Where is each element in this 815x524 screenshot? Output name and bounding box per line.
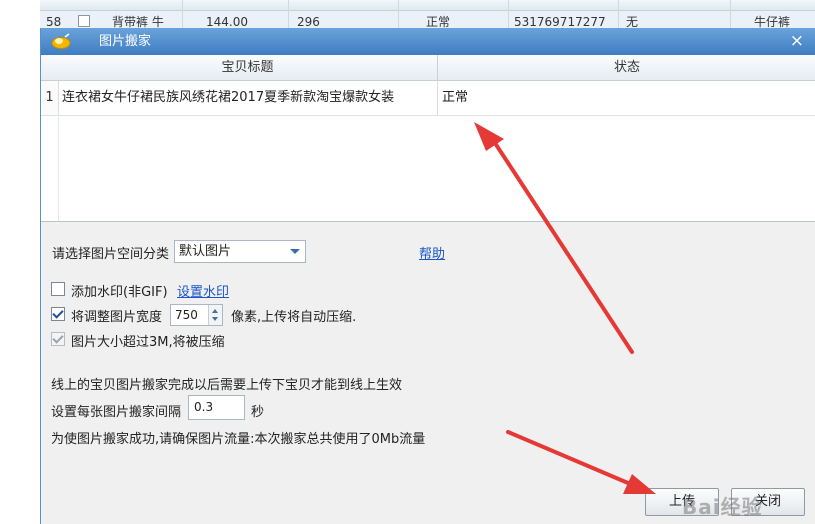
background-row-checkbox[interactable]	[78, 15, 90, 27]
resize-width-label: 将调整图片宽度	[71, 310, 163, 325]
background-table: 58 背带裤 牛 144.00 296 正常 531769717277 无 牛仔…	[40, 0, 815, 31]
item-status-cell: 正常	[442, 90, 469, 105]
category-select[interactable]: 默认图片	[174, 240, 306, 263]
set-watermark-link[interactable]: 设置水印	[177, 281, 229, 300]
category-label: 请选择图片空间分类	[52, 247, 170, 262]
row-number: 1	[41, 81, 59, 115]
watermark-checkbox[interactable]	[51, 282, 65, 296]
image-move-dialog: 图片搬家 × 宝贝标题 状态 1 连衣裙女牛仔裙民族风绣花裙2017夏季新款淘宝…	[40, 28, 815, 524]
grid-header: 宝贝标题 状态	[41, 55, 815, 81]
column-header-title[interactable]: 宝贝标题	[58, 55, 437, 80]
watermark-label: 添加水印(非GIF)	[71, 285, 168, 300]
category-selected-value: 默认图片	[179, 244, 232, 259]
dialog-title: 图片搬家	[99, 34, 152, 49]
compress-size-label: 图片大小超过3M,将被压缩	[71, 335, 225, 350]
resize-suffix-label: 像素,上传将自动压缩.	[231, 310, 357, 325]
background-divider	[288, 0, 289, 30]
help-link[interactable]: 帮助	[419, 243, 445, 262]
item-grid: 宝贝标题 状态 1 连衣裙女牛仔裙民族风绣花裙2017夏季新款淘宝爆款女装 正常	[41, 55, 815, 222]
interval-label: 设置每张图片搬家间隔	[51, 405, 182, 420]
row-number-column	[41, 115, 59, 221]
background-table-header	[40, 0, 815, 11]
traffic-note: 为使图片搬家成功,请确保图片流量:本次搬家总共使用了0Mb流量	[51, 432, 426, 447]
close-icon[interactable]: ×	[790, 31, 804, 51]
app-logo-icon	[51, 33, 71, 49]
compress-size-checkbox[interactable]	[51, 332, 65, 346]
notice-text: 线上的宝贝图片搬家完成以后需要上传下宝贝才能到线上生效	[51, 378, 403, 393]
stepper-up-icon[interactable]	[212, 309, 218, 313]
interval-unit: 秒	[251, 405, 265, 420]
background-divider	[182, 0, 183, 30]
table-row[interactable]: 1 连衣裙女牛仔裙民族风绣花裙2017夏季新款淘宝爆款女装 正常	[41, 81, 815, 116]
item-title-cell: 连衣裙女牛仔裙民族风绣花裙2017夏季新款淘宝爆款女装	[62, 90, 395, 105]
column-divider	[437, 81, 438, 115]
interval-input[interactable]: 0.3	[188, 395, 245, 420]
background-divider	[618, 0, 619, 30]
background-divider	[398, 0, 399, 30]
background-divider	[508, 0, 509, 30]
watermark-text: Bai经验	[682, 495, 763, 519]
stepper-buttons[interactable]	[208, 305, 222, 325]
chevron-down-icon[interactable]	[290, 249, 300, 254]
background-divider	[730, 0, 731, 30]
stepper-down-icon[interactable]	[212, 317, 218, 321]
image-width-stepper[interactable]: 750	[170, 304, 223, 326]
column-header-status[interactable]: 状态	[438, 55, 815, 80]
image-width-value: 750	[175, 308, 198, 322]
dialog-titlebar[interactable]: 图片搬家 ×	[41, 28, 815, 55]
resize-width-checkbox[interactable]	[51, 307, 65, 321]
interval-value: 0.3	[194, 400, 214, 414]
